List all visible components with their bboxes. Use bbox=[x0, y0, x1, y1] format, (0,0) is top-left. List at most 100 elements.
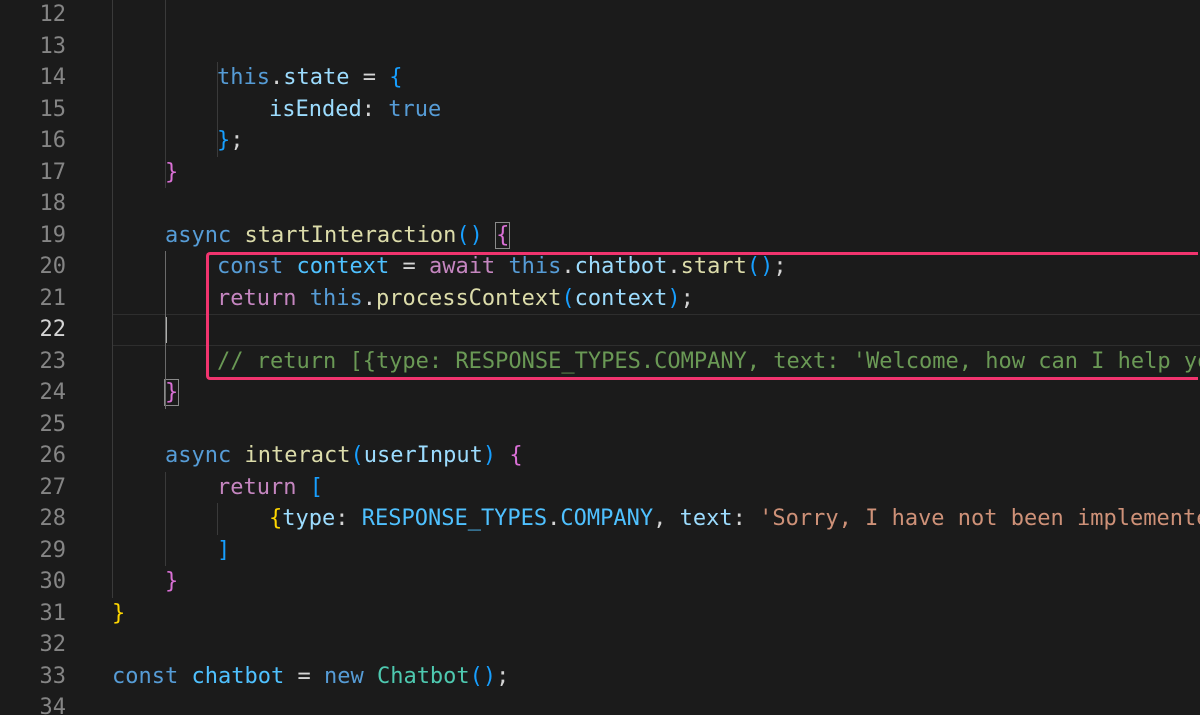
code-text: } bbox=[165, 157, 178, 189]
code-line-28[interactable]: 28 {type: RESPONSE_TYPES.COMPANY, text: '… bbox=[0, 503, 1200, 535]
line-number: 17 bbox=[39, 159, 67, 185]
code-token: true bbox=[388, 96, 442, 122]
code-token: : bbox=[732, 506, 760, 531]
code-line-30[interactable]: 30} bbox=[0, 566, 1200, 598]
code-line-31[interactable]: 31} bbox=[0, 598, 1200, 630]
code-token: = bbox=[284, 663, 324, 689]
line-number: 12 bbox=[39, 2, 67, 27]
code-text: } bbox=[112, 598, 125, 630]
code-token: Chatbot bbox=[376, 663, 470, 689]
line-number: 20 bbox=[39, 254, 67, 279]
code-text: {type: RESPONSE_TYPES.COMPANY, text: 'So… bbox=[269, 503, 1200, 535]
line-number: 32 bbox=[39, 632, 67, 657]
highlight-annotation-box bbox=[206, 252, 1198, 380]
code-text: }; bbox=[217, 125, 244, 157]
code-line-32[interactable]: 32 bbox=[0, 629, 1200, 661]
line-number: 28 bbox=[39, 506, 67, 531]
code-token: { bbox=[269, 506, 283, 531]
code-token: chatbot bbox=[191, 663, 285, 689]
code-text: this.state = { bbox=[217, 62, 402, 94]
indent-guide bbox=[165, 0, 166, 188]
code-token: { bbox=[509, 443, 523, 468]
code-editor[interactable]: 12 13 14 this.state = {15 isEnded: true 16}; 1… bbox=[0, 0, 1200, 715]
line-number: 31 bbox=[39, 600, 67, 626]
code-token: () bbox=[469, 663, 497, 689]
code-token: COMPANY bbox=[560, 506, 654, 531]
line-number: 24 bbox=[39, 380, 67, 405]
line-number: 29 bbox=[39, 537, 67, 563]
code-line-33[interactable]: 33 const chatbot = new Chatbot(); bbox=[0, 661, 1200, 693]
code-token: } bbox=[165, 159, 179, 185]
code-token: userInput bbox=[363, 443, 483, 468]
code-token: this bbox=[217, 65, 270, 90]
code-token: isEnded bbox=[269, 96, 362, 122]
code-token: return bbox=[217, 474, 297, 500]
code-token: () bbox=[456, 222, 483, 248]
code-line-24[interactable]: 24} bbox=[0, 377, 1200, 409]
line-number: 34 bbox=[39, 695, 67, 715]
code-token: ( bbox=[350, 443, 364, 468]
code-token: } bbox=[165, 569, 179, 594]
code-token: ; bbox=[230, 128, 244, 153]
code-text: ] bbox=[217, 535, 230, 567]
line-number: 22 bbox=[39, 317, 67, 342]
code-token: { bbox=[389, 65, 403, 90]
line-number: 13 bbox=[39, 33, 67, 59]
code-text: } bbox=[165, 566, 178, 598]
code-token: ) bbox=[482, 443, 497, 468]
code-token: RESPONSE_TYPES bbox=[361, 506, 548, 531]
code-token: async bbox=[165, 222, 232, 248]
code-line-26[interactable]: 26 async interact(userInput) { bbox=[0, 440, 1200, 472]
code-token: interact bbox=[244, 443, 351, 468]
code-token: . bbox=[547, 506, 561, 531]
code-token: const bbox=[112, 663, 179, 689]
code-token: } bbox=[163, 379, 180, 406]
indent-guide bbox=[217, 62, 218, 157]
code-line-18[interactable]: 18 bbox=[0, 188, 1200, 220]
indent-guide bbox=[165, 251, 166, 409]
code-line-17[interactable]: 17} bbox=[0, 157, 1200, 189]
code-token: : bbox=[335, 506, 362, 531]
code-token: } bbox=[112, 600, 126, 626]
code-token: type bbox=[282, 506, 336, 531]
code-token: async bbox=[165, 443, 232, 468]
line-number: 14 bbox=[39, 65, 67, 90]
code-line-12[interactable]: 12 bbox=[0, 0, 1200, 31]
indent-guide bbox=[165, 471, 166, 566]
code-token: , bbox=[653, 506, 680, 531]
code-line-15[interactable]: 15 isEnded: true bbox=[0, 94, 1200, 126]
line-number: 25 bbox=[39, 411, 67, 437]
code-token: { bbox=[495, 221, 511, 249]
line-number: 26 bbox=[39, 443, 67, 468]
code-text: async interact(userInput) { bbox=[165, 440, 523, 472]
line-number: 18 bbox=[39, 191, 67, 216]
code-token: ; bbox=[496, 663, 510, 689]
code-text: async startInteraction() { bbox=[165, 220, 511, 252]
code-token: } bbox=[217, 128, 231, 153]
code-token: . bbox=[269, 65, 284, 90]
code-line-14[interactable]: 14 this.state = { bbox=[0, 62, 1200, 94]
code-line-29[interactable]: 29] bbox=[0, 535, 1200, 567]
code-line-34[interactable]: 34 bbox=[0, 692, 1200, 715]
line-number: 27 bbox=[39, 474, 67, 500]
code-line-19[interactable]: 19 async startInteraction() { bbox=[0, 220, 1200, 252]
indent-guide bbox=[112, 0, 113, 598]
code-token: startInteraction bbox=[244, 222, 457, 248]
line-number: 16 bbox=[39, 128, 67, 153]
code-line-16[interactable]: 16}; bbox=[0, 125, 1200, 157]
code-line-13[interactable]: 13 bbox=[0, 31, 1200, 63]
code-token: ] bbox=[217, 537, 231, 563]
code-line-25[interactable]: 25 bbox=[0, 409, 1200, 441]
line-number: 23 bbox=[39, 348, 67, 374]
code-line-27[interactable]: 27 return [ bbox=[0, 472, 1200, 504]
line-number: 33 bbox=[39, 663, 67, 689]
line-number: 19 bbox=[39, 222, 67, 248]
code-text: return [ bbox=[217, 472, 323, 504]
code-text: const chatbot = new Chatbot(); bbox=[112, 661, 509, 693]
